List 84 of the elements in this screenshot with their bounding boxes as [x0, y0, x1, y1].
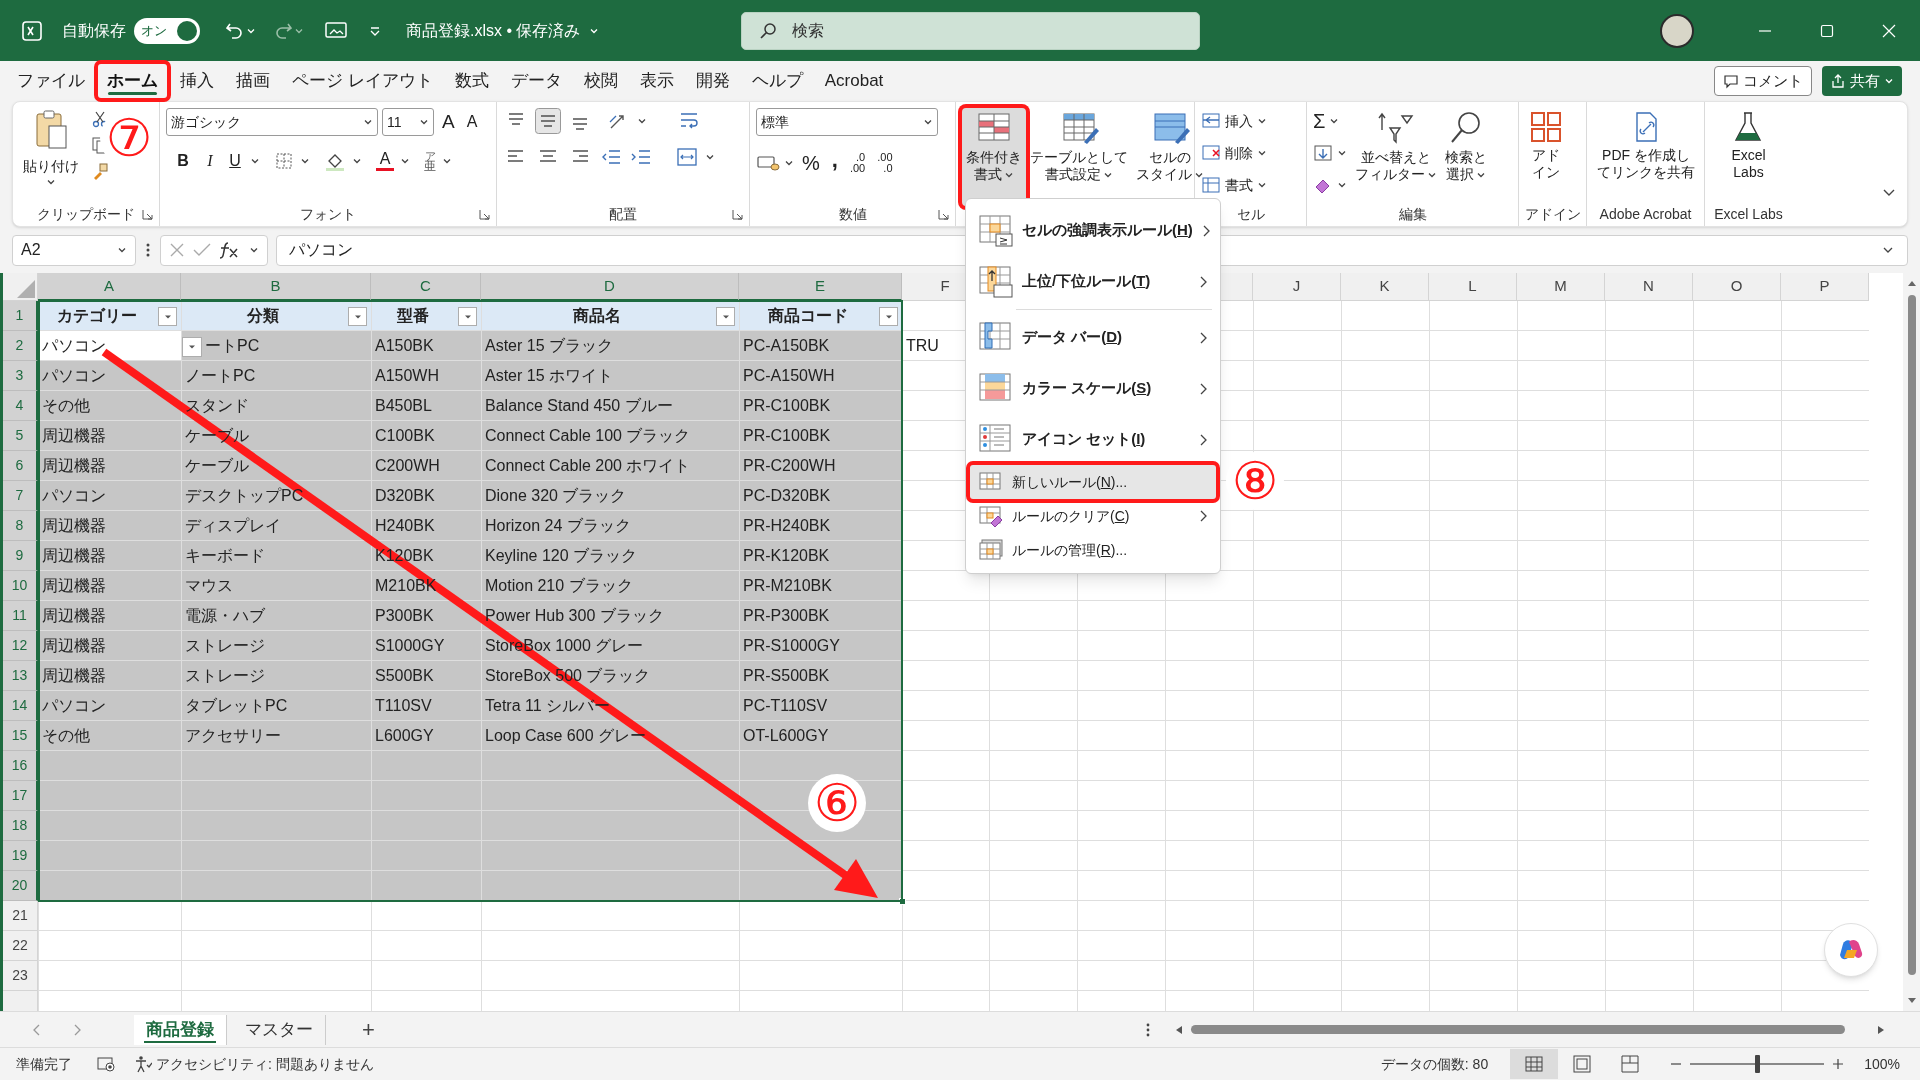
group-label: フォント	[300, 204, 356, 224]
table-cell-text: PR-S1000GY	[743, 636, 840, 656]
table-cell-text: PC-A150WH	[743, 366, 835, 386]
table-cell-text: スタンド	[185, 396, 249, 416]
table-cell-text: Aster 15 ホワイト	[485, 366, 614, 386]
table-cell-text: 周辺機器	[42, 576, 106, 596]
table-cell-text: パソコン	[42, 336, 106, 356]
table-cell-text: 周辺機器	[42, 456, 106, 476]
status-text: データの個数: 80	[1380, 1054, 1489, 1074]
table-cell-text: A150BK	[375, 336, 434, 356]
table-cell-text: C100BK	[375, 426, 435, 446]
table-cell-text: PR-P300BK	[743, 606, 830, 626]
table-cell-text: S1000GY	[375, 636, 445, 656]
group-label: アドイン	[1524, 204, 1581, 224]
table-cell-text: TRU	[906, 336, 939, 356]
table-cell-text: デスクトップPC	[185, 486, 304, 506]
group-label: Adobe Acrobat	[1599, 204, 1692, 224]
group-label: セル	[1236, 204, 1265, 224]
group-label: Excel Labs	[1714, 204, 1783, 224]
table-cell-text: PR-C100BK	[743, 396, 831, 416]
table-cell-text: S500BK	[375, 666, 434, 686]
table-cell-text: PR-M210BK	[743, 576, 832, 596]
table-cell-text: PC-A150BK	[743, 336, 830, 356]
table-cell-text: PC-T110SV	[743, 696, 828, 716]
table-cell-text: Connect Cable 200 ホワイト	[485, 456, 691, 476]
column-heading: 分類	[246, 306, 280, 326]
table-cell-text: 周辺機器	[42, 516, 106, 536]
table-cell-text: ノートPC	[185, 366, 256, 386]
table-cell-text: A150WH	[375, 366, 440, 386]
table-cell-text: ストレージ	[185, 636, 265, 656]
column-heading: 商品名	[572, 306, 622, 326]
table-cell-text: Connect Cable 100 ブラック	[485, 426, 691, 446]
table-cell-text: C200WH	[375, 456, 440, 476]
group-label: 編集	[1398, 204, 1427, 224]
table-cell-text: PR-H240BK	[743, 516, 831, 536]
table-cell-text: Motion 210 ブラック	[485, 576, 633, 596]
table-cell-text: PR-K120BK	[743, 546, 830, 566]
table-cell-text: Tetra 11 シルバー	[485, 696, 611, 716]
table-cell-text: D320BK	[375, 486, 435, 506]
table-cell-text: その他	[42, 726, 90, 746]
table-cell-text: ケーブル	[185, 456, 249, 476]
group-label: 数値	[838, 204, 867, 224]
table-cell-text: 電源・ハブ	[185, 606, 265, 626]
table-cell-text: PR-C200WH	[743, 456, 836, 476]
table-cell-text: 周辺機器	[42, 546, 106, 566]
table-cell-text: P300BK	[375, 606, 434, 626]
column-heading: カテゴリー	[55, 306, 138, 326]
table-cell-text: その他	[42, 396, 90, 416]
table-cell-text: 周辺機器	[42, 666, 106, 686]
group-label: 配置	[609, 204, 637, 224]
table-cell-text: OT-L600GY	[743, 726, 829, 746]
table-cell-text: L600GY	[375, 726, 434, 746]
table-cell-text: 周辺機器	[42, 426, 106, 446]
zoom-level: 100%	[1864, 1054, 1900, 1074]
status-text: 準備完了	[16, 1054, 72, 1074]
table-cell-text: B450BL	[375, 396, 432, 416]
table-cell-text: マウス	[185, 576, 233, 596]
table-cell-text: ストレージ	[185, 666, 265, 686]
table-cell-text: H240BK	[375, 516, 435, 536]
table-cell-text: Keyline 120 ブラック	[485, 546, 638, 566]
group-label: クリップボード	[37, 204, 135, 224]
table-cell-text: ートPC	[205, 336, 260, 356]
table-cell-text: PR-C100BK	[743, 426, 831, 446]
table-cell-text: 周辺機器	[42, 606, 106, 626]
table-cell-text: ディスプレイ	[185, 516, 281, 536]
table-cell-text: T110SV	[375, 696, 432, 716]
table-cell-text: キーボード	[185, 546, 265, 566]
column-heading: 型番	[396, 306, 430, 326]
table-cell-text: Loop Case 600 グレー	[485, 726, 646, 746]
autosave-label: 自動保存	[62, 20, 126, 41]
table-cell-text: パソコン	[42, 366, 106, 386]
table-cell-text: タブレットPC	[185, 696, 288, 716]
column-heading: 商品コード	[766, 306, 849, 326]
table-cell-text: アクセサリー	[185, 726, 281, 746]
table-cell-text: Balance Stand 450 ブルー	[485, 396, 673, 416]
table-cell-text: PR-S500BK	[743, 666, 830, 686]
table-cell-text: PC-D320BK	[743, 486, 831, 506]
table-cell-text: 周辺機器	[42, 636, 106, 656]
table-cell-text: Power Hub 300 ブラック	[485, 606, 664, 626]
table-cell-text: Dione 320 ブラック	[485, 486, 627, 506]
table-cell-text: Horizon 24 ブラック	[485, 516, 631, 536]
table-cell-text: パソコン	[42, 696, 106, 716]
table-cell-text: パソコン	[42, 486, 106, 506]
table-cell-text: Aster 15 ブラック	[485, 336, 614, 356]
